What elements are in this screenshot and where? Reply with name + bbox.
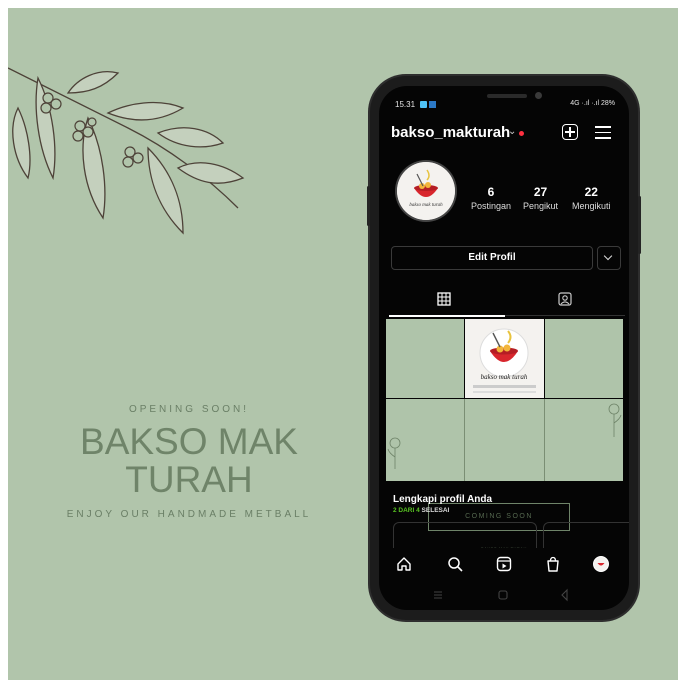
search-icon[interactable] bbox=[447, 556, 463, 572]
bakso-logo-post-image: bakso mak turah bbox=[473, 328, 536, 393]
speaker-grille bbox=[487, 94, 527, 98]
progress-rest: SELESAI bbox=[421, 507, 450, 514]
grid-icon[interactable] bbox=[437, 292, 451, 306]
status-bar: 15.31 4G ·.ıl ·.ıl 28% bbox=[395, 100, 615, 112]
phone-mockup: 15.31 4G ·.ıl ·.ıl 28% bakso_makturah ⌄ bbox=[367, 76, 641, 620]
chevron-down-icon[interactable]: ⌄ bbox=[508, 126, 516, 137]
tagline: ENJOY OUR HANDMADE METBALL bbox=[66, 509, 312, 520]
bottom-nav bbox=[379, 548, 629, 580]
app-notification-icon bbox=[429, 101, 436, 108]
profile-avatar-icon[interactable] bbox=[593, 556, 609, 572]
front-camera bbox=[535, 92, 542, 99]
add-icon[interactable] bbox=[562, 124, 578, 140]
posts-grid: bakso mak turah COMING SOON bbox=[386, 319, 623, 551]
post-logo-text: bakso mak turah bbox=[481, 373, 528, 381]
stat-posts[interactable]: 6 Postingan bbox=[471, 185, 511, 211]
stat-posts-label: Postingan bbox=[471, 201, 512, 211]
home-icon[interactable] bbox=[396, 556, 412, 572]
power-button bbox=[638, 196, 641, 254]
volume-button bbox=[367, 186, 370, 226]
system-nav-bar bbox=[379, 580, 629, 610]
complete-profile-title: Lengkapi profil Anda bbox=[393, 494, 493, 505]
brand-title-line1: BAKSO MAK bbox=[80, 421, 298, 462]
grid-post-3[interactable] bbox=[545, 319, 623, 398]
brand-title-line2: TURAH bbox=[125, 459, 253, 500]
signal-battery: 4G ·.ıl ·.ıl 28% bbox=[570, 100, 615, 107]
promo-poster: OPENING SOON! BAKSO MAK TURAH ENJOY OUR … bbox=[8, 8, 678, 680]
active-tab-indicator bbox=[389, 315, 505, 317]
stat-following-count: 22 bbox=[584, 185, 598, 199]
grid-post-banner[interactable]: COMING SOON BAKSO MAK TURAH bbox=[386, 399, 623, 551]
tagged-icon[interactable] bbox=[558, 292, 572, 306]
stat-following[interactable]: 22 Mengikuti bbox=[572, 185, 611, 211]
shop-icon[interactable] bbox=[545, 556, 561, 572]
stat-followers[interactable]: 27 Pengikut bbox=[523, 185, 558, 211]
complete-profile-progress: 2 DARI 4 SELESAI bbox=[393, 507, 449, 514]
progress-done: 2 DARI 4 bbox=[393, 507, 420, 514]
stat-followers-count: 27 bbox=[533, 185, 548, 199]
phone-screen: 15.31 4G ·.ıl ·.ıl 28% bakso_makturah ⌄ bbox=[379, 86, 629, 610]
promo-text-block: OPENING SOON! BAKSO MAK TURAH ENJOY OUR … bbox=[66, 404, 312, 520]
notification-icon bbox=[420, 101, 427, 108]
stat-following-label: Mengikuti bbox=[572, 201, 611, 211]
leaf-branch-illustration bbox=[8, 67, 245, 235]
rose-decoration-icon bbox=[387, 399, 622, 481]
stat-posts-count: 6 bbox=[487, 185, 495, 199]
grid-post-2[interactable]: bakso mak turah bbox=[465, 319, 544, 398]
edit-profile-button[interactable]: Edit Profil bbox=[391, 246, 593, 270]
status-time: 15.31 bbox=[395, 100, 416, 109]
tab-divider bbox=[505, 315, 625, 316]
reels-icon[interactable] bbox=[496, 556, 512, 572]
brand-title: BAKSO MAK TURAH bbox=[66, 423, 312, 499]
notification-dot bbox=[519, 131, 524, 136]
system-nav-icons bbox=[434, 588, 568, 602]
menu-icon[interactable] bbox=[595, 126, 611, 139]
profile-avatar[interactable]: bakso mak turah bbox=[397, 162, 455, 220]
svg-text:bakso mak turah: bakso mak turah bbox=[409, 203, 443, 208]
grid-post-1[interactable] bbox=[386, 319, 464, 398]
opening-soon-label: OPENING SOON! bbox=[128, 404, 250, 415]
profile-username[interactable]: bakso_makturah bbox=[391, 124, 510, 141]
bakso-bowl-logo-icon: bakso mak turah bbox=[397, 162, 455, 220]
stat-followers-label: Pengikut bbox=[523, 201, 559, 211]
suggestions-dropdown-button[interactable] bbox=[597, 246, 621, 270]
